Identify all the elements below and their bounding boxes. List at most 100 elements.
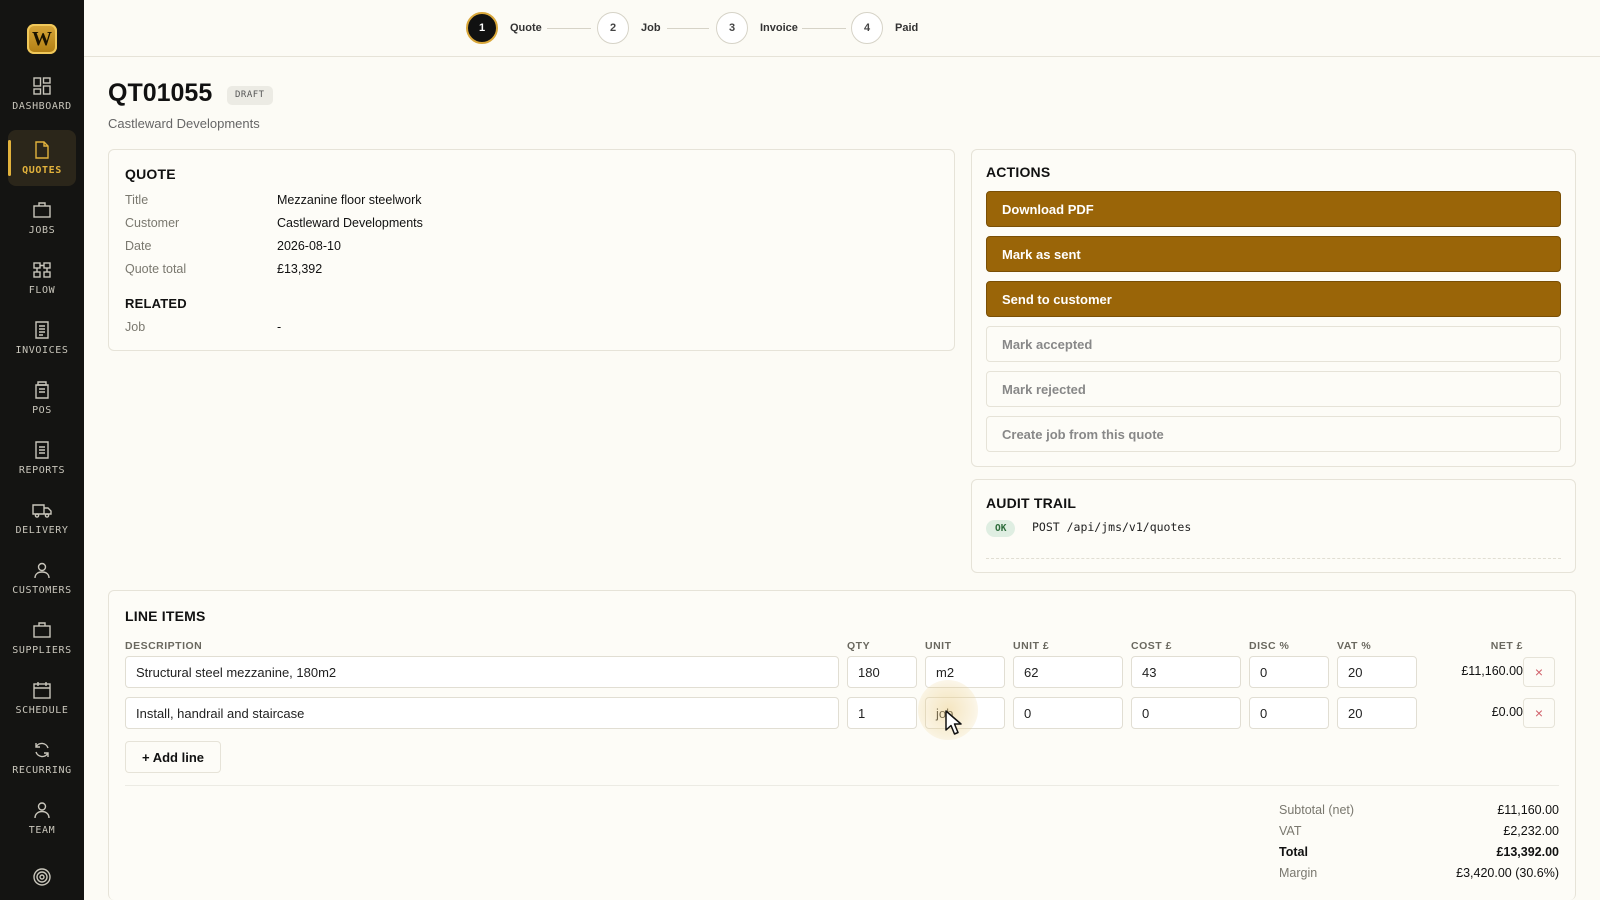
audit-heading: AUDIT TRAIL bbox=[986, 495, 1077, 511]
sidebar-item-label: TEAM bbox=[28, 825, 56, 836]
divider bbox=[986, 558, 1561, 559]
cost-input[interactable]: 0 bbox=[1131, 697, 1241, 729]
unit-price-input[interactable]: 62 bbox=[1013, 656, 1123, 688]
step-connector bbox=[802, 28, 846, 29]
step-label: Paid bbox=[895, 22, 919, 34]
field-label: Date bbox=[125, 239, 152, 253]
sidebar-item-flow[interactable]: FLOW bbox=[8, 250, 76, 306]
mark-accepted-button[interactable]: Mark accepted bbox=[986, 326, 1561, 362]
qty-input[interactable]: 180 bbox=[847, 656, 917, 688]
subtotal-label: Subtotal (net) bbox=[1279, 803, 1355, 817]
column-header: NET £ bbox=[1490, 640, 1523, 652]
quote-total-value: £13,392 bbox=[277, 262, 323, 276]
field-label: Job bbox=[125, 320, 146, 334]
step-paid[interactable]: 4 Paid bbox=[851, 12, 918, 44]
field-label: Customer bbox=[125, 216, 180, 230]
step-label: Job bbox=[641, 22, 661, 34]
vat-input[interactable]: 20 bbox=[1337, 697, 1417, 729]
step-quote[interactable]: 1 Quote bbox=[466, 12, 542, 44]
line-items-card: LINE ITEMS DESCRIPTION QTY UNIT UNIT £ C… bbox=[108, 590, 1576, 900]
sidebar-item-suppliers[interactable]: SUPPLIERS bbox=[8, 610, 76, 666]
sidebar-item-target[interactable] bbox=[8, 858, 76, 896]
user-icon bbox=[34, 562, 50, 579]
mouse-cursor-icon bbox=[945, 710, 962, 735]
actions-heading: ACTIONS bbox=[986, 164, 1051, 180]
column-header: DISC % bbox=[1249, 640, 1290, 652]
subtotal-value: £11,160.00 bbox=[1497, 803, 1559, 817]
sidebar-item-label: DELIVERY bbox=[15, 525, 69, 536]
sidebar-item-label: DASHBOARD bbox=[12, 101, 72, 112]
document-icon bbox=[35, 141, 49, 159]
step-invoice[interactable]: 3 Invoice bbox=[716, 12, 798, 44]
sidebar-item-schedule[interactable]: SCHEDULE bbox=[8, 670, 76, 726]
sidebar-item-label: RECURRING bbox=[12, 765, 72, 776]
download-pdf-button[interactable]: Download PDF bbox=[986, 191, 1561, 227]
sidebar-item-team[interactable]: TEAM bbox=[8, 790, 76, 846]
sidebar-item-jobs[interactable]: JOBS bbox=[8, 190, 76, 246]
unit-price-input[interactable]: 0 bbox=[1013, 697, 1123, 729]
app-logo[interactable]: W bbox=[27, 24, 57, 54]
customer-subtitle: Castleward Developments bbox=[108, 116, 260, 131]
truck-icon bbox=[32, 504, 52, 518]
margin-value: £3,420.00 (30.6%) bbox=[1456, 866, 1559, 880]
sidebar: W DASHBOARD QUOTES JOBS FLOW INVOICES PO… bbox=[0, 0, 84, 900]
vat-input[interactable]: 20 bbox=[1337, 656, 1417, 688]
quote-details-card: QUOTE Title Mezzanine floor steelwork Cu… bbox=[108, 149, 955, 351]
delete-row-button[interactable]: × bbox=[1523, 657, 1555, 687]
audit-entry-text: POST /api/jms/v1/quotes bbox=[1032, 520, 1192, 534]
sidebar-item-label: POS bbox=[32, 405, 52, 416]
add-line-button[interactable]: + Add line bbox=[125, 741, 221, 773]
sidebar-item-delivery[interactable]: DELIVERY bbox=[8, 490, 76, 546]
customer-value: Castleward Developments bbox=[277, 216, 423, 230]
step-job[interactable]: 2 Job bbox=[597, 12, 661, 44]
sidebar-item-label: SUPPLIERS bbox=[12, 645, 72, 656]
description-input[interactable]: Install, handrail and staircase bbox=[125, 697, 839, 729]
sidebar-item-quotes[interactable]: QUOTES bbox=[8, 130, 76, 186]
sidebar-item-label: JOBS bbox=[28, 225, 56, 236]
step-connector bbox=[547, 28, 591, 29]
grid-icon bbox=[33, 77, 51, 95]
step-label: Quote bbox=[510, 22, 542, 34]
sidebar-item-customers[interactable]: CUSTOMERS bbox=[8, 550, 76, 606]
discount-input[interactable]: 0 bbox=[1249, 656, 1329, 688]
cost-input[interactable]: 43 bbox=[1131, 656, 1241, 688]
discount-input[interactable]: 0 bbox=[1249, 697, 1329, 729]
date-value: 2026-08-10 bbox=[277, 239, 341, 253]
mark-as-sent-button[interactable]: Mark as sent bbox=[986, 236, 1561, 272]
sidebar-item-label: QUOTES bbox=[22, 165, 62, 176]
vat-label: VAT bbox=[1279, 824, 1302, 838]
page-title: QT01055 bbox=[108, 79, 213, 107]
sidebar-item-dashboard[interactable]: DASHBOARD bbox=[8, 66, 76, 122]
column-header: DESCRIPTION bbox=[125, 640, 203, 652]
report-icon bbox=[35, 441, 49, 459]
step-number: 1 bbox=[466, 12, 498, 44]
column-header: VAT % bbox=[1337, 640, 1372, 652]
sidebar-item-invoices[interactable]: INVOICES bbox=[8, 310, 76, 366]
divider bbox=[125, 785, 1559, 786]
sidebar-item-label: CUSTOMERS bbox=[12, 585, 72, 596]
step-number: 2 bbox=[597, 12, 629, 44]
delete-row-button[interactable]: × bbox=[1523, 698, 1555, 728]
total-label: Total bbox=[1279, 845, 1308, 859]
mark-rejected-button[interactable]: Mark rejected bbox=[986, 371, 1561, 407]
margin-label: Margin bbox=[1279, 866, 1318, 880]
status-badge: OK bbox=[986, 520, 1016, 537]
flow-icon bbox=[33, 262, 51, 278]
sidebar-item-label: FLOW bbox=[28, 285, 56, 296]
status-badge: DRAFT bbox=[227, 86, 273, 105]
total-value: £13,392.00 bbox=[1496, 845, 1559, 859]
column-header: QTY bbox=[847, 640, 871, 652]
sidebar-item-recurring[interactable]: RECURRING bbox=[8, 730, 76, 786]
pos-icon bbox=[35, 381, 49, 399]
send-to-customer-button[interactable]: Send to customer bbox=[986, 281, 1561, 317]
sidebar-item-pos[interactable]: POS bbox=[8, 370, 76, 426]
column-header: COST £ bbox=[1131, 640, 1172, 652]
sidebar-item-label: SCHEDULE bbox=[15, 705, 69, 716]
qty-input[interactable]: 1 bbox=[847, 697, 917, 729]
sidebar-item-reports[interactable]: REPORTS bbox=[8, 430, 76, 486]
description-input[interactable]: Structural steel mezzanine, 180m2 bbox=[125, 656, 839, 688]
create-job-button[interactable]: Create job from this quote bbox=[986, 416, 1561, 452]
target-icon bbox=[33, 868, 51, 886]
step-connector bbox=[667, 28, 709, 29]
column-header: UNIT £ bbox=[1013, 640, 1050, 652]
